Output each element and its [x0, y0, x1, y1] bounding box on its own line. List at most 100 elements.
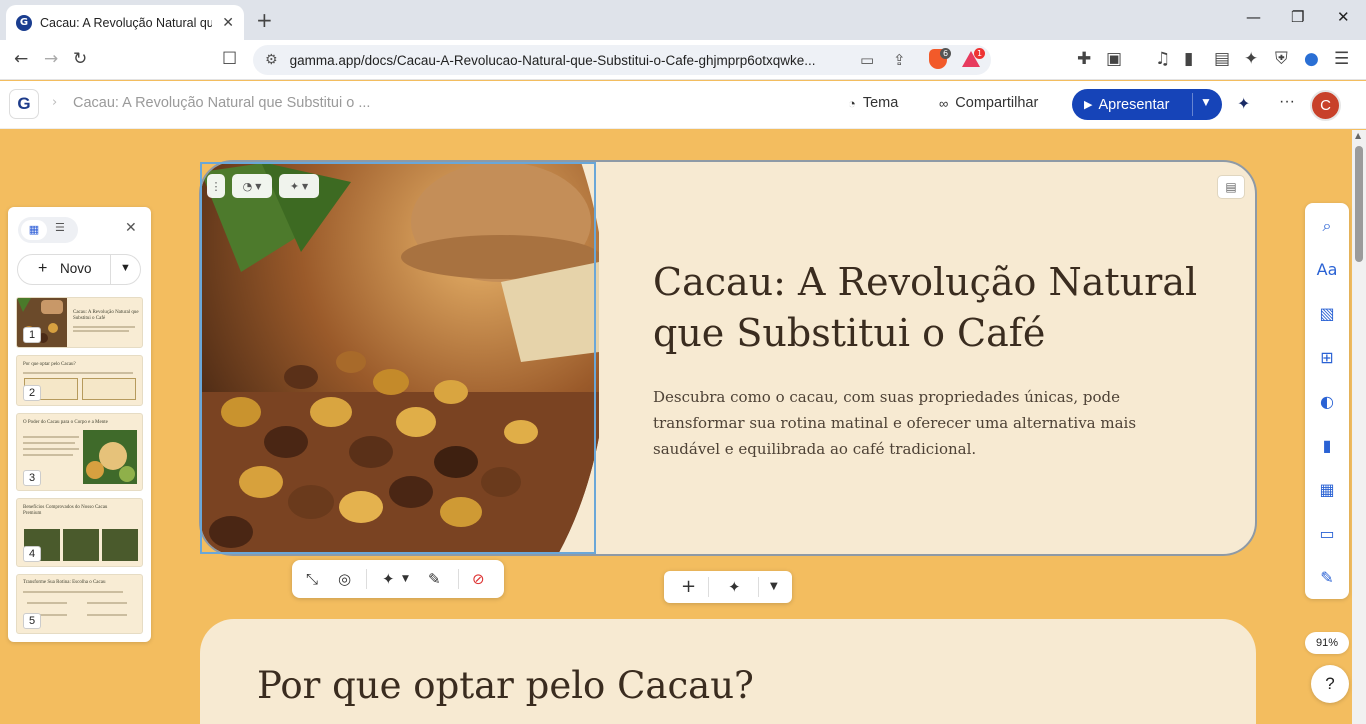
thumb-line: [23, 448, 79, 450]
new-card-label: Novo: [60, 261, 92, 276]
card-notes-icon[interactable]: ▤: [1217, 175, 1245, 199]
minimize-icon[interactable]: —: [1246, 8, 1261, 26]
blocks-icon[interactable]: ⊞: [1305, 348, 1349, 368]
vpn-icon[interactable]: ⛨: [1275, 49, 1288, 69]
thumbnail-slide-4[interactable]: Benefícios Comprovados do Nosso Cacau Pr…: [16, 498, 143, 567]
new-tab-icon[interactable]: +: [256, 8, 273, 32]
new-card-button[interactable]: + Novo ▼: [17, 254, 141, 285]
text-style-icon[interactable]: Aa: [1305, 260, 1349, 280]
site-info-icon[interactable]: ⚙: [265, 52, 278, 68]
sidebar-icon[interactable]: ▮: [1184, 49, 1193, 69]
thumb-line: [23, 454, 73, 456]
video-icon[interactable]: ▦: [1305, 480, 1349, 500]
chevron-down-icon: ▼: [302, 181, 309, 191]
reload-icon[interactable]: ↻: [73, 49, 87, 69]
thumb-line: [87, 614, 127, 616]
chevron-down-icon[interactable]: ▼: [402, 569, 409, 589]
thumbnail-slide-3[interactable]: O Poder do Cacau para o Corpo e a Mente …: [16, 413, 143, 491]
edit-icon[interactable]: ✎: [1305, 568, 1349, 588]
embed-icon[interactable]: ▭: [1305, 524, 1349, 544]
extensions-icon[interactable]: ✚: [1077, 49, 1091, 69]
add-card-icon[interactable]: +: [681, 577, 696, 597]
thumbnail-slide-1[interactable]: Cacau: A Revolução Natural que Substitui…: [16, 297, 143, 348]
thumb-illustration: [83, 430, 137, 484]
bookmark-icon[interactable]: ☐: [222, 49, 237, 69]
ai-edit-button[interactable]: ✦ ▼: [279, 174, 319, 198]
profile-globe-icon[interactable]: ●: [1304, 49, 1319, 69]
url-text: gamma.app/docs/Cacau-A-Revolucao-Natural…: [289, 52, 816, 68]
more-options-icon[interactable]: ···: [1279, 93, 1295, 111]
cast-icon[interactable]: ▭: [860, 51, 874, 69]
slide-title[interactable]: Cacau: A Revolução Natural que Substitui…: [653, 257, 1213, 359]
thumb-line: [73, 326, 135, 328]
menu-icon[interactable]: ☰: [1334, 49, 1349, 69]
thumb-number: 5: [23, 613, 41, 629]
zoom-level[interactable]: 91%: [1305, 632, 1349, 654]
thumb-title: O Poder do Cacau para o Corpo e a Mente: [23, 420, 108, 425]
gamma-favicon-icon: G: [16, 14, 32, 31]
avatar[interactable]: C: [1310, 90, 1341, 121]
thumb-line: [23, 591, 123, 593]
thumbnail-view-icon[interactable]: ▦: [21, 220, 47, 240]
search-icon[interactable]: ⌕: [1305, 216, 1349, 236]
thumb-number: 1: [23, 327, 41, 343]
maximize-icon[interactable]: ❐: [1291, 8, 1304, 26]
address-bar[interactable]: ⚙ gamma.app/docs/Cacau-A-Revolucao-Natur…: [253, 45, 991, 75]
reader-icon[interactable]: ▣: [1106, 49, 1122, 69]
thumb-number: 3: [23, 470, 41, 486]
thumb-box: [63, 529, 99, 561]
scroll-up-icon[interactable]: ▲: [1355, 131, 1361, 140]
window-close-icon[interactable]: ✕: [1337, 8, 1350, 26]
thumb-line: [23, 372, 133, 374]
share-page-icon[interactable]: ⇪: [893, 51, 906, 69]
close-panel-icon[interactable]: ✕: [125, 220, 137, 236]
present-dropdown-icon[interactable]: ▼: [1200, 95, 1212, 109]
ai-image-icon[interactable]: ✦: [382, 569, 395, 589]
toolbar-divider: [708, 577, 709, 597]
back-icon[interactable]: ←: [14, 49, 28, 69]
ai-add-icon[interactable]: ✦: [728, 577, 741, 597]
thumb-box: [82, 378, 136, 400]
breadcrumb[interactable]: Cacau: A Revolução Natural que Substitui…: [73, 95, 370, 111]
media-icon[interactable]: ♫: [1155, 49, 1170, 69]
gamma-logo[interactable]: G: [9, 89, 39, 119]
chevron-down-icon[interactable]: ▼: [770, 577, 778, 597]
chart-icon[interactable]: ▮: [1305, 436, 1349, 456]
coffee-beans-image[interactable]: [201, 162, 599, 556]
present-button[interactable]: ▶ Apresentar ▼: [1072, 89, 1222, 120]
toolbar-divider: [366, 569, 367, 589]
forward-icon[interactable]: →: [44, 49, 58, 69]
edit-pencil-icon[interactable]: ✎: [428, 569, 441, 589]
slide-2-title[interactable]: Por que optar pelo Cacau?: [257, 664, 754, 707]
toggle-icon[interactable]: ◐: [1305, 392, 1349, 412]
leo-ai-icon[interactable]: ✦: [1244, 49, 1258, 69]
tool-rail: ⌕ Aa ▧ ⊞ ◐ ▮ ▦ ▭ ✎: [1305, 203, 1349, 599]
image-style-button[interactable]: ◔ ▼: [232, 174, 272, 198]
palette-icon: ◔: [242, 179, 253, 193]
share-button[interactable]: ∞ Compartilhar: [939, 95, 1038, 111]
wallet-icon[interactable]: ▤: [1214, 49, 1230, 69]
remove-image-icon[interactable]: ⊘: [472, 569, 485, 589]
image-toolbar: ⤡ ◎ ✦ ▼ ✎ ⊘: [292, 560, 504, 598]
focus-point-icon[interactable]: ◎: [338, 569, 351, 589]
drag-handle-icon[interactable]: ⋮: [207, 174, 225, 198]
share-label: Compartilhar: [955, 95, 1039, 111]
thumb-number: 4: [23, 546, 41, 562]
thumbnail-slide-5[interactable]: Transforme Sua Rotina: Escolha o Cacau 5: [16, 574, 143, 634]
thumb-line: [87, 602, 127, 604]
thumb-line: [23, 436, 79, 438]
list-view-icon[interactable]: ☰: [55, 221, 65, 234]
thumbnail-slide-2[interactable]: Por que optar pelo Cacau? 2: [16, 355, 143, 406]
help-button[interactable]: ?: [1311, 665, 1349, 703]
theme-button[interactable]: ◔ Tema: [848, 95, 898, 111]
image-icon[interactable]: ▧: [1305, 304, 1349, 324]
thumb-line: [27, 602, 67, 604]
ai-sparkle-icon[interactable]: ✦: [1237, 94, 1250, 114]
scrollbar-thumb[interactable]: [1355, 146, 1363, 262]
new-card-dropdown-icon[interactable]: ▼: [120, 262, 131, 274]
browser-tab[interactable]: G Cacau: A Revolução Natural que Substit…: [6, 5, 244, 40]
thumb-title: Por que optar pelo Cacau?: [23, 362, 76, 367]
slide-lead-paragraph[interactable]: Descubra como o cacau, com suas propried…: [653, 384, 1173, 462]
close-tab-icon[interactable]: ✕: [222, 15, 234, 31]
collapse-icon[interactable]: ⤡: [306, 569, 318, 589]
